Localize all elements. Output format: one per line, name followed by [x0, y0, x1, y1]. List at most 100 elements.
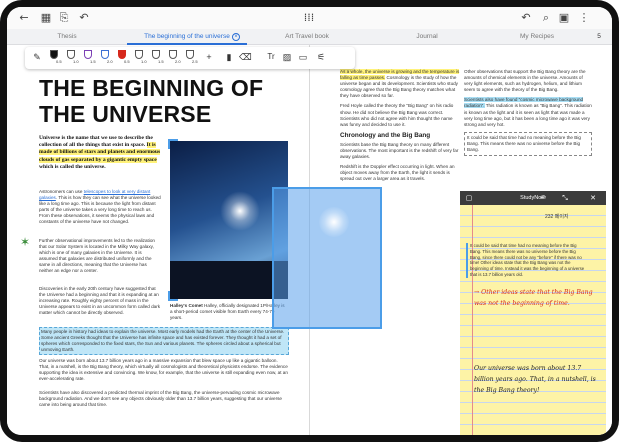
pen-black-05[interactable]: 0.5: [49, 50, 62, 64]
paragraph-telescopes: Astronomers can use telescopes to look a…: [39, 189, 161, 226]
lasso-icon[interactable]: ✎: [31, 51, 43, 63]
lead-paragraph: Universe is the name that we use to desc…: [39, 135, 161, 171]
studynote-panel: StudyNote ▢ ↶ ⤡ ✕ 232 페이지 It could be sa…: [460, 191, 606, 435]
more-icon[interactable]: ⋮: [577, 11, 591, 25]
pen-tip: [169, 50, 177, 59]
overlay-glow: [319, 207, 349, 237]
pen-size: 2.5: [192, 59, 198, 64]
lead-text-end: which is called the universe.: [39, 163, 106, 170]
image-ground: [170, 261, 288, 299]
tablet-screen: ← ▦ ⎘ ↶ ⁞⁞⁞ ↶ ⌕ ▣ ⋮ Thesis The beginning…: [7, 7, 612, 435]
text-tool-icon[interactable]: Tr: [265, 51, 277, 63]
back-icon[interactable]: ↶: [538, 191, 548, 205]
pen-size: 1.0: [141, 59, 147, 64]
tab-my-recipes[interactable]: My Recipes: [487, 29, 587, 45]
paragraph-solar-system: Further observational improvements led t…: [39, 238, 155, 274]
pen-blue-20[interactable]: 2.0: [100, 50, 113, 64]
paragraph-microwave-background: Scientists also have found "cosmic micro…: [464, 97, 592, 127]
paragraph-fred-hoyle: Fred Hoyle called the theory the "Big Ba…: [340, 103, 454, 127]
pen-size: 1.0: [73, 59, 79, 64]
pen-tip: [118, 50, 126, 59]
pen-size: 0.5: [124, 59, 130, 64]
add-pen-icon[interactable]: +: [203, 51, 215, 63]
left-page: THE BEGINNING OF THE UNIVERSE Universe i…: [7, 45, 309, 435]
bookmark-icon[interactable]: ⎘: [57, 11, 71, 25]
image-crop-overlay[interactable]: [272, 187, 382, 329]
paragraph-time-selected[interactable]: It could be said that time had no meanin…: [464, 131, 592, 157]
pen-gray-15[interactable]: 1.5: [151, 50, 164, 64]
page-label: 232 페이지: [545, 214, 569, 220]
pen-tip: [84, 50, 92, 59]
pen-red-05[interactable]: 0.5: [117, 50, 130, 64]
grid-icon[interactable]: ▦: [39, 11, 53, 25]
annotation-star-icon[interactable]: ✶: [20, 235, 34, 251]
pen-gray-25[interactable]: 2.5: [185, 50, 198, 64]
paragraph-redshift: Redshift is the Doppler effect occurring…: [340, 164, 455, 182]
pen-tip: [152, 50, 160, 59]
pen-tip: [186, 50, 194, 59]
pen-tip: [67, 50, 75, 59]
handwritten-note-red[interactable]: → Other ideas state that the Big Bang wa…: [474, 287, 594, 309]
caption-title: Halley's Comet: [170, 303, 203, 308]
right-column-1: As a whole, the universe is growing and …: [340, 69, 460, 186]
pen-tip: [135, 50, 143, 59]
paragraph-elements: Other observations that support the Big …: [464, 69, 586, 93]
pen-size: 2.0: [175, 59, 181, 64]
lead-text: Universe is the name that we use to desc…: [39, 135, 153, 149]
pen-size: 1.5: [90, 59, 96, 64]
close-icon[interactable]: ✕: [588, 191, 598, 205]
pen-size: 1.5: [158, 59, 164, 64]
pen-gray-10[interactable]: 1.0: [134, 50, 147, 64]
top-toolbar: ← ▦ ⎘ ↶ ⁞⁞⁞ ↶ ⌕ ▣ ⋮: [7, 7, 612, 29]
layout-icon[interactable]: ▣: [557, 11, 571, 25]
tab-thesis[interactable]: Thesis: [7, 29, 127, 45]
para1-text: Astronomers can use: [39, 189, 84, 194]
tab-art-travel-book[interactable]: Art Travel book: [247, 29, 367, 45]
ruled-lines: [460, 205, 606, 435]
search-icon[interactable]: ⌕: [539, 11, 553, 25]
image-tool-icon[interactable]: ▨: [281, 51, 293, 63]
title-line-1: THE BEGINNING OF: [39, 75, 264, 101]
clipped-text[interactable]: It could be said that time had no meanin…: [466, 243, 586, 278]
paragraph-microwave: Scientists have also discovered a predic…: [39, 390, 282, 408]
pen-tip: [50, 50, 58, 59]
pen-purple-15[interactable]: 1.5: [83, 50, 96, 64]
document-tabs: Thesis The beginning of the universe × A…: [7, 29, 612, 45]
paragraph-big-bang: Our universe was born about 13.7 billion…: [39, 358, 288, 382]
studynote-header: StudyNote ▢ ↶ ⤡ ✕: [460, 191, 606, 205]
tab-count[interactable]: 5: [589, 29, 609, 45]
crop-handle-top-left[interactable]: [168, 139, 178, 149]
pen-black-10[interactable]: 1.0: [66, 50, 79, 64]
eraser-icon[interactable]: ⌫: [239, 51, 252, 63]
close-tab-icon[interactable]: ×: [232, 33, 240, 41]
note-icon[interactable]: ▢: [464, 191, 474, 205]
paragraph-growing: As a whole, the universe is growing and …: [340, 69, 460, 99]
studynote-title: StudyNote: [520, 195, 546, 201]
comet-image[interactable]: [170, 141, 288, 299]
shape-tool-icon[interactable]: ▭: [297, 51, 309, 63]
pen-settings-icon[interactable]: ⚟: [315, 51, 327, 63]
pen-tip: [101, 50, 109, 59]
pen-gray-20[interactable]: 2.0: [168, 50, 181, 64]
tab-journal[interactable]: Journal: [367, 29, 487, 45]
undo-right-icon[interactable]: ↶: [519, 11, 533, 25]
apps-grid-icon[interactable]: ⁞⁞⁞: [302, 11, 316, 25]
highlighted-paragraph[interactable]: Many people in history had ideas to expl…: [39, 327, 289, 356]
document-title: THE BEGINNING OF THE UNIVERSE: [39, 75, 289, 127]
margin-line: [472, 205, 473, 435]
image-caption: Halley's Comet Halley, officially design…: [170, 303, 288, 321]
back-arrow-icon[interactable]: ←: [17, 11, 31, 25]
handwritten-note-black[interactable]: Our universe was born about 13.7 billion…: [474, 363, 600, 396]
tab-the-beginning-of-the-universe[interactable]: The beginning of the universe: [127, 29, 247, 45]
right-column-2: Other observations that support the Big …: [464, 69, 592, 160]
undo-icon[interactable]: ↶: [77, 11, 91, 25]
crop-handle-bottom-left[interactable]: [168, 291, 178, 301]
paragraph-discoveries: Discoveries in the early 20th century ha…: [39, 286, 161, 316]
highlighter-icon[interactable]: ▮: [223, 51, 235, 63]
para1-text-end: . This is how they can see what the univ…: [39, 195, 161, 225]
comet-glow: [220, 191, 260, 231]
paragraph-observations: Scientists base the Big Bang theory on m…: [340, 141, 459, 160]
title-line-2: THE UNIVERSE: [39, 101, 212, 127]
pen-toolbar: ✎ 0.5 1.0 1.5 2.0 0.5 1.0 1.5 2.0 2.5 + …: [25, 47, 355, 69]
shrink-icon[interactable]: ⤡: [560, 191, 570, 205]
